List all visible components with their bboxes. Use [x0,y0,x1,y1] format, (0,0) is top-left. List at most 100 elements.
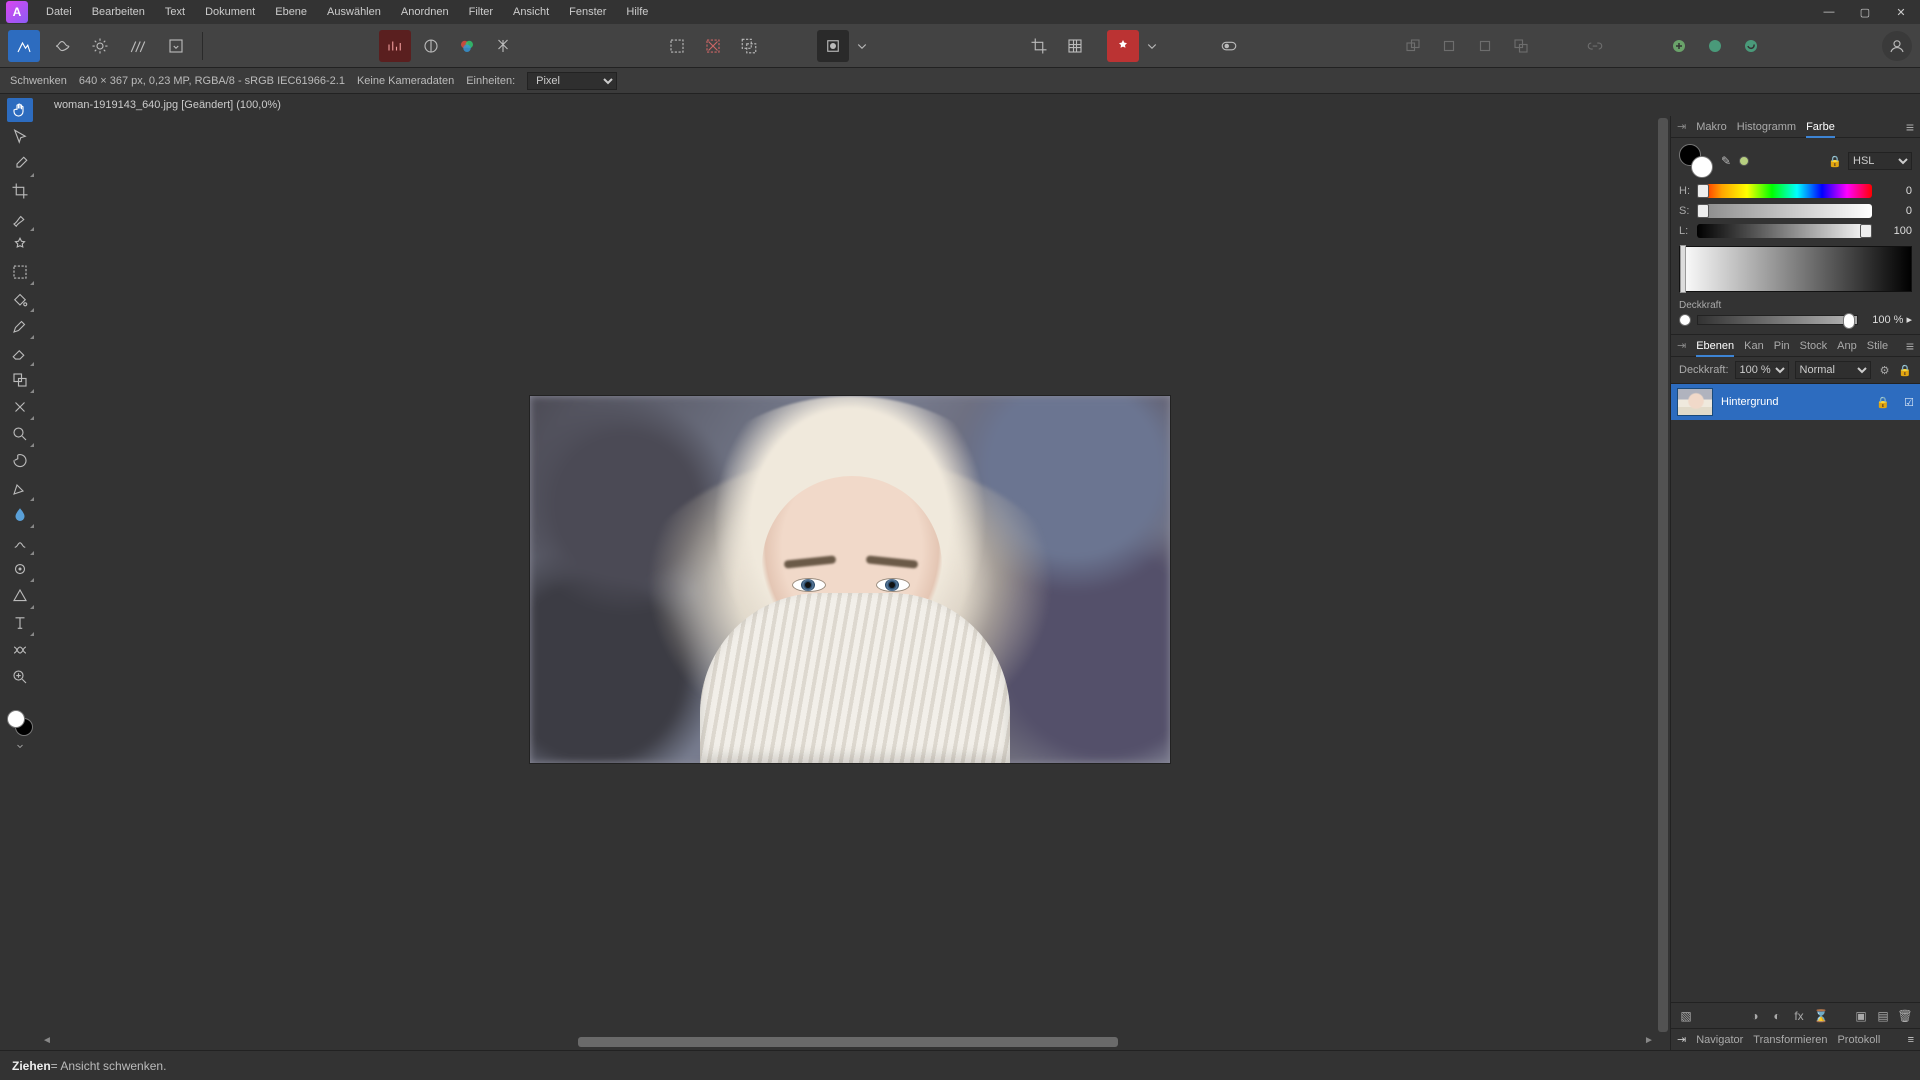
foreground-color-swatch[interactable] [7,710,25,728]
menu-filter[interactable]: Filter [459,0,503,24]
sync-open-button[interactable] [1699,30,1731,62]
persona-tone-button[interactable] [122,30,154,62]
quick-mask-button[interactable] [817,30,849,62]
invert-select-button[interactable] [733,30,765,62]
tool-eraser[interactable] [7,341,33,365]
auto-colors-button[interactable] [451,30,483,62]
layer-lock-icon[interactable]: 🔒 [1898,364,1912,377]
eyedropper-icon[interactable]: ✎ [1721,154,1731,168]
link-button[interactable] [1579,30,1611,62]
tab-anp[interactable]: Anp [1837,335,1857,357]
layer-delete-icon[interactable]: 🗑 [1896,1009,1914,1023]
tab-protokoll[interactable]: Protokoll [1837,1034,1880,1046]
tool-mesh[interactable] [7,638,33,662]
crop-button[interactable] [1023,30,1055,62]
canvas-area[interactable]: ◄ ► [40,116,1670,1050]
scroll-left-icon[interactable]: ◄ [40,1035,54,1049]
auto-whitebalance-button[interactable] [487,30,519,62]
assistant-dropdown[interactable] [1143,30,1161,62]
document-tab[interactable]: woman-1919143_640.jpg [Geändert] (100,0%… [44,94,291,116]
auto-contrast-button[interactable] [415,30,447,62]
menu-dokument[interactable]: Dokument [195,0,265,24]
menu-ansicht[interactable]: Ansicht [503,0,559,24]
tool-redeye[interactable] [7,557,33,581]
tool-smudge[interactable] [7,530,33,554]
layer-opacity-select[interactable]: 100 % [1735,361,1789,379]
layer-thumbnail[interactable] [1677,388,1713,416]
menu-fenster[interactable]: Fenster [559,0,616,24]
menu-text[interactable]: Text [155,0,195,24]
tool-flood-fill[interactable] [7,287,33,311]
tool-text[interactable] [7,611,33,635]
tool-paint-brush[interactable] [7,314,33,338]
gradient-preview[interactable] [1679,246,1912,292]
tab-navigator[interactable]: Navigator [1696,1034,1743,1046]
hue-slider[interactable] [1697,184,1872,198]
layer-fx-icon[interactable]: fx [1790,1009,1808,1023]
light-value[interactable]: 100 [1878,225,1912,237]
bottom-menu-icon[interactable]: ≡ [1908,1034,1914,1046]
context-units-select[interactable]: Pixel [527,72,617,90]
deselect-button[interactable] [697,30,729,62]
canvas-scrollbar-horizontal[interactable]: ◄ ► [40,1034,1656,1050]
layer-row[interactable]: Hintergrund 🔒 ☑ [1671,384,1920,420]
layer-row-lock-icon[interactable]: 🔒 [1876,396,1890,409]
toggle-grid-button[interactable] [1059,30,1091,62]
sync-refresh-button[interactable] [1735,30,1767,62]
account-button[interactable] [1882,31,1912,61]
light-slider[interactable] [1697,224,1872,238]
tab-kan[interactable]: Kan [1744,335,1764,357]
menu-anordnen[interactable]: Anordnen [391,0,459,24]
window-minimize-icon[interactable]: — [1812,2,1846,22]
tool-selection-brush[interactable] [7,206,33,230]
tool-marquee[interactable] [7,260,33,284]
scroll-right-icon[interactable]: ► [1642,1035,1656,1049]
layer-visibility-checkbox[interactable]: ☑ [1904,396,1914,409]
opacity-slider[interactable] [1697,315,1858,325]
tool-dodge[interactable] [7,422,33,446]
tool-crop[interactable] [7,179,33,203]
color-swatch-pair[interactable] [1679,144,1713,178]
menu-hilfe[interactable]: Hilfe [616,0,658,24]
arrange-backward-button[interactable] [1469,30,1501,62]
document-image[interactable] [530,396,1170,763]
tab-stock[interactable]: Stock [1800,335,1828,357]
layer-editlock-icon[interactable]: ▧ [1677,1009,1695,1023]
quick-mask-dropdown[interactable] [853,30,871,62]
window-maximize-icon[interactable]: ▢ [1848,2,1882,22]
tab-stile[interactable]: Stile [1867,335,1888,357]
canvas-scrollbar-vertical[interactable] [1656,116,1670,1034]
tool-blur[interactable] [7,503,33,527]
tool-color-picker[interactable] [7,152,33,176]
foreground-background-colors[interactable] [7,710,33,736]
persona-liquify-button[interactable] [46,30,78,62]
layer-livefilter-icon[interactable]: ⌛ [1812,1009,1830,1023]
swap-colors-icon[interactable] [7,739,33,753]
menu-datei[interactable]: Datei [36,0,82,24]
tab-transformieren[interactable]: Transformieren [1753,1034,1827,1046]
tab-farbe[interactable]: Farbe [1806,116,1835,138]
layer-blend-select[interactable]: Normal [1795,361,1872,379]
layer-group-icon[interactable]: ▣ [1852,1009,1870,1023]
persona-develop-button[interactable] [84,30,116,62]
menu-bearbeiten[interactable]: Bearbeiten [82,0,155,24]
tool-move[interactable] [7,125,33,149]
layer-adjust-icon[interactable]: ◐ [1768,1009,1786,1023]
tool-pen[interactable] [7,476,33,500]
panel-menu-icon[interactable]: ≡ [1906,119,1914,135]
hue-value[interactable]: 0 [1878,185,1912,197]
tab-makro[interactable]: Makro [1696,116,1727,138]
tool-history-brush[interactable] [7,449,33,473]
menu-auswaehlen[interactable]: Auswählen [317,0,391,24]
eyedrop-sample-swatch[interactable] [1739,156,1749,166]
assistant-button[interactable] [1107,30,1139,62]
tab-pin[interactable]: Pin [1774,335,1790,357]
layer-add-icon[interactable]: ▤ [1874,1009,1892,1023]
toggle-ui-button[interactable] [1213,30,1245,62]
bottom-pin-icon[interactable]: ⇥ [1677,1033,1686,1046]
sat-slider[interactable] [1697,204,1872,218]
color-lock-icon[interactable]: 🔒 [1828,155,1842,168]
layers-pin-icon[interactable]: ⇥ [1677,339,1686,352]
arrange-back-button[interactable] [1505,30,1537,62]
layer-name[interactable]: Hintergrund [1721,396,1778,408]
